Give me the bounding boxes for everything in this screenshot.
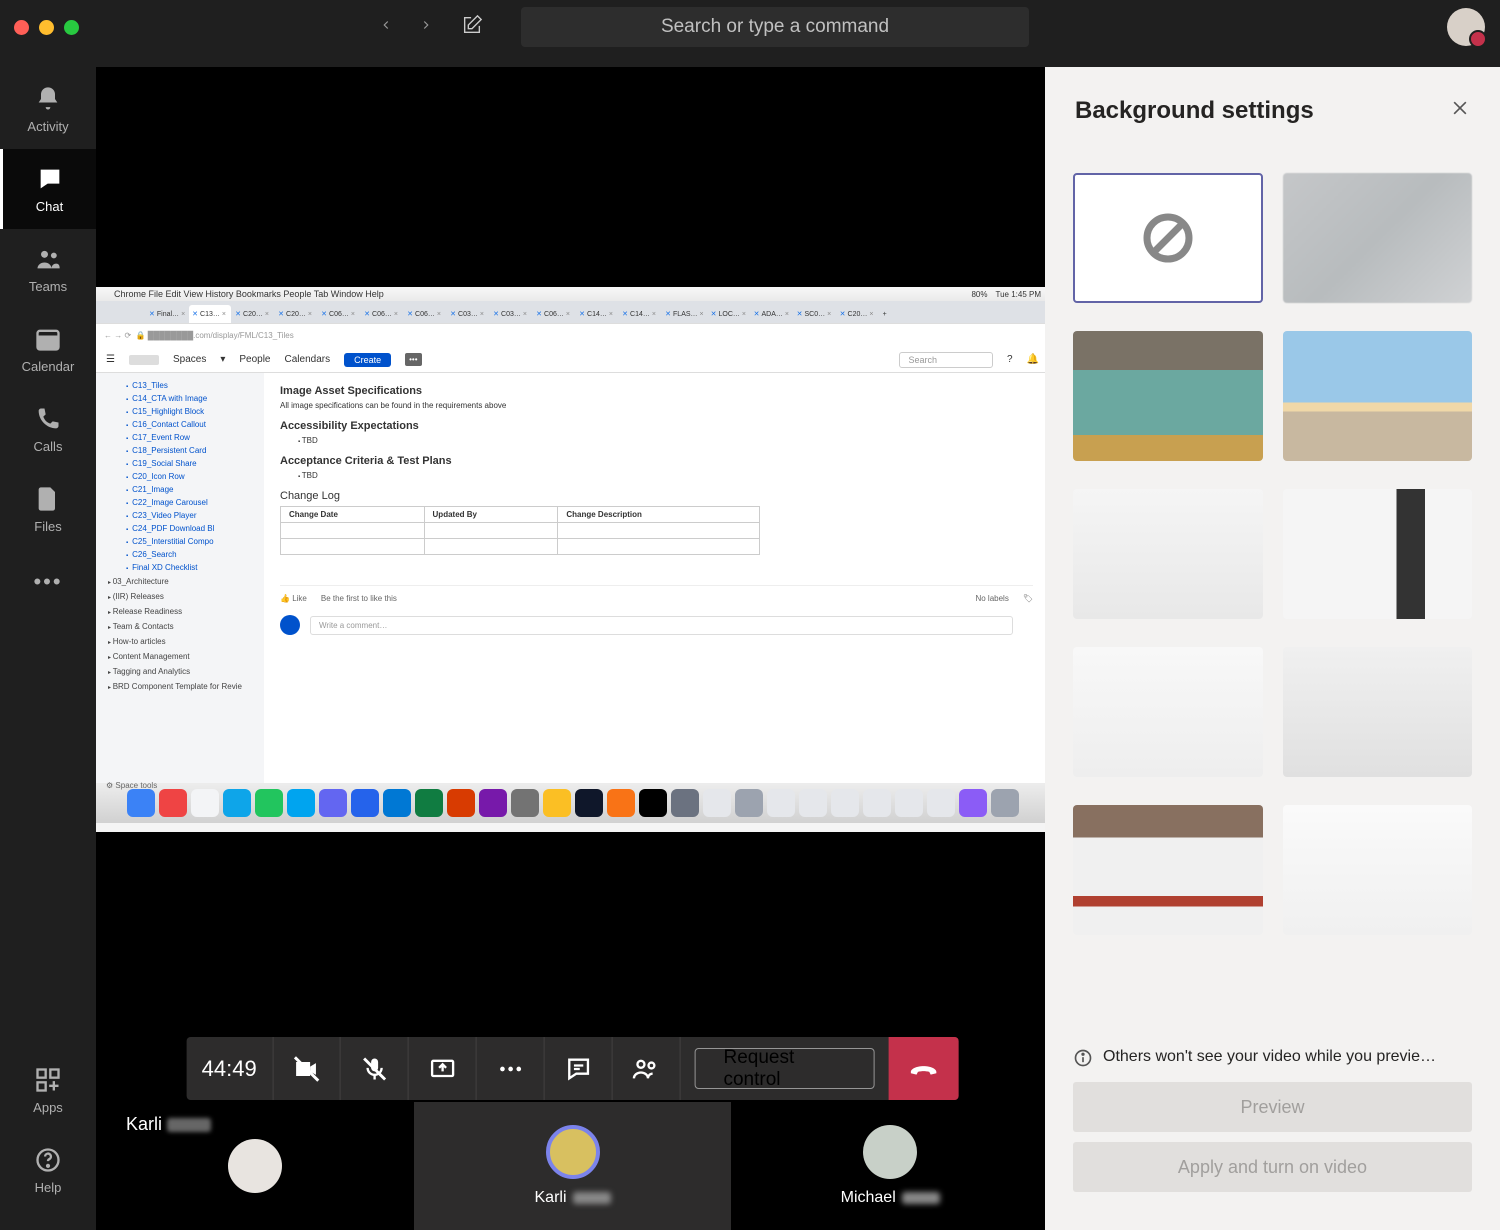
- rail-calendar[interactable]: Calendar: [0, 309, 96, 389]
- remote-confluence-content: Image Asset Specifications All image spe…: [264, 373, 1049, 783]
- remote-address-bar: ← → ⟳ 🔒 ████████.com/display/FML/C13_Til…: [96, 323, 1049, 347]
- rail-activity[interactable]: Activity: [0, 69, 96, 149]
- participants-strip: Karli Michael: [96, 1102, 1049, 1230]
- remote-comment-avatar: [280, 615, 300, 635]
- rail-calls[interactable]: Calls: [0, 389, 96, 469]
- bg-option-image[interactable]: [1283, 805, 1473, 935]
- mic-toggle[interactable]: [341, 1037, 409, 1100]
- bg-option-image[interactable]: [1073, 331, 1263, 461]
- participant-avatar: [546, 1125, 600, 1179]
- rail-help-label: Help: [35, 1180, 62, 1195]
- bg-option-image[interactable]: [1283, 647, 1473, 777]
- rail-help[interactable]: Help: [0, 1130, 96, 1210]
- preview-button[interactable]: Preview: [1073, 1082, 1472, 1132]
- close-window[interactable]: [14, 20, 29, 35]
- bg-option-image[interactable]: [1283, 331, 1473, 461]
- hangup-button[interactable]: [888, 1037, 959, 1100]
- rail-calendar-label: Calendar: [22, 359, 75, 374]
- participant-avatar: [863, 1125, 917, 1179]
- show-participants-button[interactable]: [613, 1037, 681, 1100]
- app-rail: Activity Chat Teams Calendar Calls Files…: [0, 54, 96, 1230]
- participant-avatar: [228, 1139, 282, 1193]
- bg-option-image[interactable]: [1073, 489, 1263, 619]
- profile-avatar[interactable]: [1447, 8, 1485, 46]
- share-screen-button[interactable]: [409, 1037, 477, 1100]
- remote-chrome-tabs: ✕Final… ×✕C13… ×✕C20… ×✕C20… ×✕C06… ×✕C0…: [96, 301, 1049, 323]
- bg-option-image[interactable]: [1073, 647, 1263, 777]
- bg-option-none[interactable]: [1073, 173, 1263, 303]
- rail-chat[interactable]: Chat: [0, 149, 96, 229]
- bg-option-image[interactable]: [1283, 489, 1473, 619]
- rail-apps[interactable]: Apps: [0, 1050, 96, 1130]
- remote-comment-input: Write a comment…: [310, 616, 1013, 635]
- back-button[interactable]: [379, 18, 393, 37]
- background-settings-panel: Background settings Others won't see you…: [1045, 67, 1500, 1230]
- background-options-grid: [1045, 135, 1500, 1030]
- window-controls: [14, 20, 79, 35]
- call-timer: 44:49: [186, 1037, 273, 1100]
- close-panel-button[interactable]: [1450, 98, 1470, 124]
- rail-teams-label: Teams: [29, 279, 67, 294]
- remote-mac-menubar: Chrome File Edit View History Bookmarks …: [96, 287, 1049, 301]
- rail-files-label: Files: [34, 519, 61, 534]
- apply-button[interactable]: Apply and turn on video: [1073, 1142, 1472, 1192]
- camera-toggle[interactable]: [273, 1037, 341, 1100]
- forward-button[interactable]: [419, 18, 433, 37]
- rail-chat-label: Chat: [36, 199, 63, 214]
- minimize-window[interactable]: [39, 20, 54, 35]
- remote-space-tools: ⚙ Space tools: [106, 781, 157, 790]
- preview-info: Others won't see your video while you pr…: [1073, 1048, 1472, 1068]
- rail-files[interactable]: Files: [0, 469, 96, 549]
- show-chat-button[interactable]: [545, 1037, 613, 1100]
- search-input[interactable]: Search or type a command: [521, 7, 1029, 47]
- remote-confluence-toolbar: ☰ Spaces▾ People Calendars Create ••• Se…: [96, 347, 1049, 373]
- request-control-button[interactable]: Request control: [694, 1048, 874, 1089]
- rail-calls-label: Calls: [34, 439, 63, 454]
- rail-teams[interactable]: Teams: [0, 229, 96, 309]
- rail-overflow[interactable]: •••: [33, 549, 62, 615]
- more-actions-button[interactable]: [477, 1037, 545, 1100]
- main-area: Chrome File Edit View History Bookmarks …: [96, 54, 1500, 1230]
- participant-tile[interactable]: [96, 1102, 414, 1230]
- rail-apps-label: Apps: [33, 1100, 63, 1115]
- titlebar: Search or type a command: [0, 0, 1500, 54]
- remote-confluence-sidebar: C13_TilesC14_CTA with ImageC15_Highlight…: [96, 373, 264, 783]
- remote-battery: 80%: [971, 290, 987, 299]
- call-controls-bar: 44:49 Request control: [186, 1037, 959, 1100]
- remote-mac-dock: [96, 783, 1049, 823]
- maximize-window[interactable]: [64, 20, 79, 35]
- panel-title: Background settings: [1075, 97, 1314, 125]
- rail-activity-label: Activity: [27, 119, 68, 134]
- remote-change-log-table: Change DateUpdated ByChange Description: [280, 506, 760, 555]
- bg-option-blur[interactable]: [1283, 173, 1473, 303]
- call-stage: Chrome File Edit View History Bookmarks …: [96, 67, 1049, 1230]
- bg-option-image[interactable]: [1073, 805, 1263, 935]
- participant-tile[interactable]: Michael: [731, 1102, 1049, 1230]
- participant-tile[interactable]: Karli: [414, 1102, 732, 1230]
- compose-button[interactable]: [461, 14, 483, 41]
- shared-screen-content: Chrome File Edit View History Bookmarks …: [96, 287, 1049, 832]
- remote-clock: Tue 1:45 PM: [995, 290, 1041, 299]
- remote-create-button: Create: [344, 353, 391, 367]
